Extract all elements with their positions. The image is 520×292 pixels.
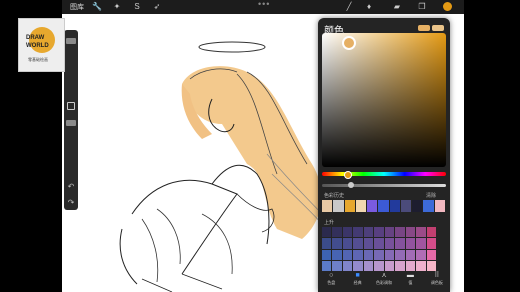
tab-label: 色盘 [327, 280, 336, 285]
palette-swatch[interactable] [395, 227, 405, 238]
color-panel: 颜色 色彩历史 清除 上升 ○ 色盘 ■ 经典 ⋏ 色彩调和 ▬ 值 ⠿ 调色板 [318, 18, 450, 292]
palette-swatch[interactable] [363, 238, 374, 249]
history-swatch[interactable] [389, 200, 400, 212]
wrench-icon[interactable]: 🔧 [92, 2, 102, 12]
tab-harmony[interactable]: ⋏ 色彩调和 [371, 268, 397, 292]
palette-swatch[interactable] [342, 238, 353, 249]
hue-slider[interactable] [322, 172, 446, 176]
classic-icon: ■ [355, 272, 360, 279]
palette-swatch[interactable] [416, 249, 426, 260]
redo-icon[interactable]: ↷ [66, 198, 76, 207]
tab-label: 值 [408, 280, 413, 285]
color-mode-tabs: ○ 色盘 ■ 经典 ⋏ 色彩调和 ▬ 值 ⠿ 调色板 [318, 268, 450, 292]
tab-palettes[interactable]: ⠿ 调色板 [424, 268, 450, 292]
gallery-button[interactable]: 图库 [70, 2, 84, 12]
history-swatch[interactable] [355, 200, 367, 212]
arrow-icon[interactable]: ➶ [152, 2, 162, 12]
smudge-icon[interactable]: ♦ [364, 2, 374, 12]
history-swatch[interactable] [344, 200, 355, 212]
tab-classic[interactable]: ■ 经典 [344, 268, 370, 292]
history-label: 色彩历史 [324, 193, 345, 199]
logo-subtitle: 零基础绘画 [28, 57, 48, 62]
palette-swatch[interactable] [426, 249, 436, 260]
modify-button[interactable] [67, 102, 75, 110]
palette-swatch[interactable] [322, 227, 332, 238]
palette-swatch[interactable] [384, 249, 395, 260]
color-history-row [322, 200, 446, 212]
palette-swatch[interactable] [353, 238, 363, 249]
svg-text:DRAW: DRAW [26, 35, 45, 41]
tab-disc[interactable]: ○ 色盘 [318, 268, 344, 292]
palette-label: 上升 [324, 220, 335, 226]
palette-swatch[interactable] [395, 238, 405, 249]
palette-swatch[interactable] [374, 227, 384, 238]
palette-grid [322, 227, 436, 271]
brush-size-slider[interactable] [66, 38, 76, 44]
palette-swatch[interactable] [426, 227, 436, 238]
logo-text-art: DRAW WORLD [26, 35, 49, 49]
palette-swatch[interactable] [416, 238, 426, 249]
procreate-screen: 图库 🔧 ✦ S ➶ ••• ╱ ♦ ▰ ❐ ↶ ↷ DRAW WORLD 零基… [0, 0, 520, 292]
magic-icon[interactable]: ✦ [112, 2, 122, 12]
palette-swatch[interactable] [363, 227, 374, 238]
palettes-icon: ⠿ [434, 272, 440, 279]
history-swatch[interactable] [400, 200, 412, 212]
history-swatch[interactable] [423, 200, 434, 212]
palette-swatch[interactable] [374, 249, 384, 260]
history-swatch[interactable] [378, 200, 389, 212]
undo-icon[interactable]: ↶ [66, 182, 76, 191]
previous-color-swatch[interactable] [432, 25, 444, 31]
color-picker-cursor[interactable] [342, 36, 356, 50]
disc-icon: ○ [329, 272, 334, 279]
opacity-slider[interactable] [66, 120, 76, 126]
palette-swatch[interactable] [395, 249, 405, 260]
palette-swatch[interactable] [322, 249, 332, 260]
palette-swatch[interactable] [384, 227, 395, 238]
palette-swatch[interactable] [405, 249, 416, 260]
layers-icon[interactable]: ❐ [417, 2, 427, 12]
tab-label: 经典 [353, 280, 362, 285]
s-select-icon[interactable]: S [132, 2, 142, 12]
palette-swatch[interactable] [426, 238, 436, 249]
palette-swatch[interactable] [416, 227, 426, 238]
clear-history-button[interactable]: 清除 [426, 192, 436, 199]
history-swatch[interactable] [412, 200, 423, 212]
history-swatch[interactable] [367, 200, 378, 212]
palette-swatch[interactable] [332, 227, 342, 238]
palette-swatch[interactable] [342, 249, 353, 260]
hue-knob[interactable] [344, 171, 352, 179]
tab-label: 调色板 [430, 280, 443, 285]
palette-swatch[interactable] [405, 238, 416, 249]
palette-swatch[interactable] [384, 238, 395, 249]
top-toolbar: 图库 🔧 ✦ S ➶ ••• ╱ ♦ ▰ ❐ [62, 0, 464, 14]
palette-swatch[interactable] [353, 249, 363, 260]
brightness-slider[interactable] [322, 184, 446, 187]
more-dots-icon[interactable]: ••• [258, 0, 270, 9]
color-disc-square[interactable] [322, 33, 446, 167]
brush-icon[interactable]: ╱ [344, 2, 354, 12]
history-swatch[interactable] [434, 200, 445, 212]
history-swatch[interactable] [322, 200, 333, 212]
palette-swatch[interactable] [374, 238, 384, 249]
svg-text:WORLD: WORLD [26, 43, 49, 49]
watermark-logo: DRAW WORLD 零基础绘画 [18, 18, 65, 72]
brightness-knob[interactable] [348, 182, 354, 188]
eraser-icon[interactable]: ▰ [392, 2, 402, 12]
palette-swatch[interactable] [405, 227, 416, 238]
tab-label: 色彩调和 [376, 280, 393, 285]
palette-swatch[interactable] [342, 227, 353, 238]
palette-swatch[interactable] [332, 249, 342, 260]
palette-swatch[interactable] [363, 249, 374, 260]
left-sidebar: ↶ ↷ [64, 30, 78, 210]
history-swatch[interactable] [333, 200, 344, 212]
color-indicator[interactable] [443, 2, 452, 11]
palette-swatch[interactable] [322, 238, 332, 249]
palette-swatch[interactable] [353, 227, 363, 238]
tab-value[interactable]: ▬ 值 [397, 268, 423, 292]
harmony-icon: ⋏ [381, 272, 387, 279]
value-icon: ▬ [406, 272, 414, 279]
palette-swatch[interactable] [332, 238, 342, 249]
current-color-swatch[interactable] [418, 25, 430, 31]
